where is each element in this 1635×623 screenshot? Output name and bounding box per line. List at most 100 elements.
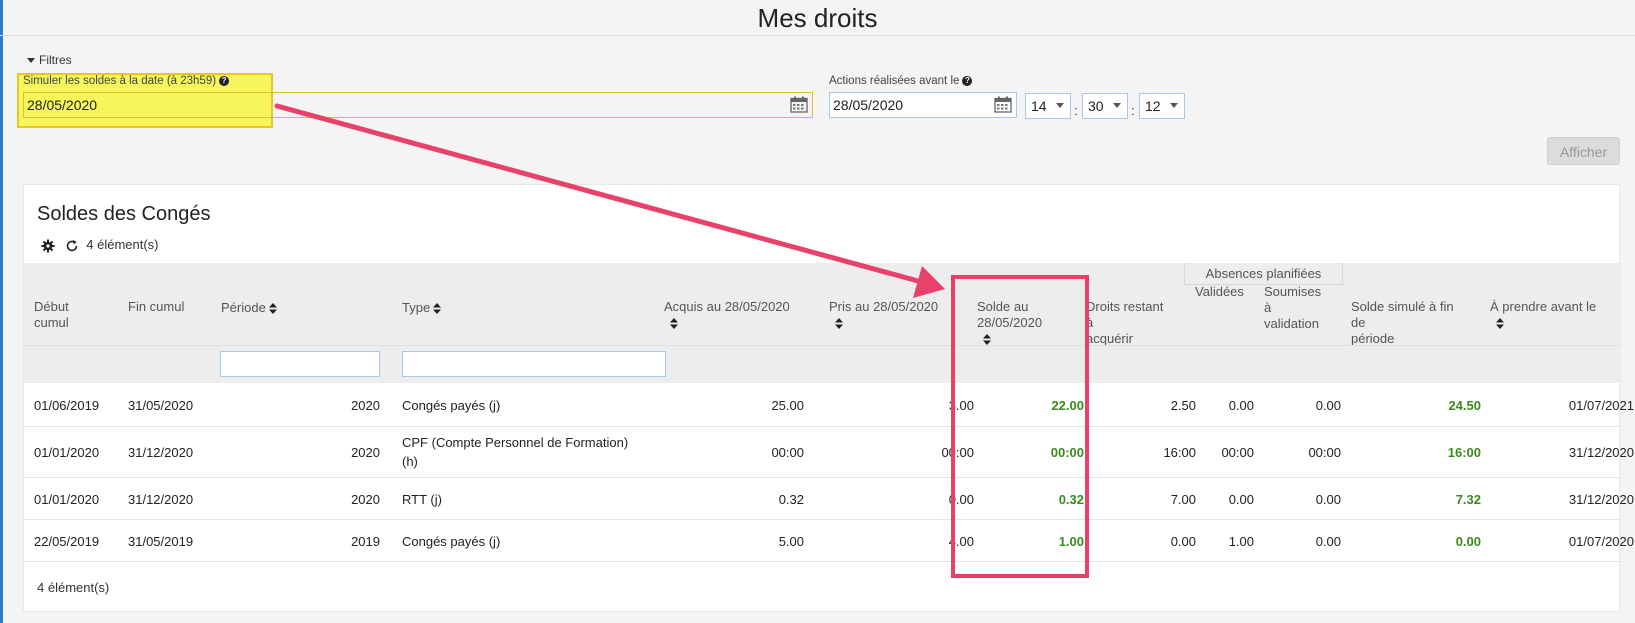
minute-value: 30 [1088, 98, 1104, 114]
cell-solde: 0.32 [1058, 492, 1084, 507]
cell-type-line1: CPF (Compte Personnel de Formation) [402, 435, 629, 450]
col-solde[interactable]: Solde au 28/05/2020 [977, 299, 1042, 347]
cell-type: CPF (Compte Personnel de Formation) (h) [402, 433, 628, 471]
filters-toggle[interactable]: Filtres [27, 53, 72, 67]
cell-a-prendre: 31/12/2020 [1568, 445, 1634, 460]
afficher-button[interactable]: Afficher [1547, 137, 1620, 165]
table-row[interactable]: 01/01/2020 31/12/2020 2020 CPF (Compte P… [24, 427, 1634, 478]
periode-filter-input[interactable] [220, 351, 380, 377]
col-soumises-line2: à [1264, 300, 1272, 315]
cell-solde-simule: 16:00 [1447, 445, 1481, 460]
simulate-date-value: 28/05/2020 [27, 97, 98, 113]
cell-type: Congés payés (j) [402, 398, 501, 413]
cell-type: Congés payés (j) [402, 534, 501, 549]
col-pris[interactable]: Pris au 28/05/2020 [829, 299, 938, 331]
cell-solde-simule: 0.00 [1455, 534, 1481, 549]
cell-droits: 0.00 [1170, 534, 1196, 549]
col-a-prendre[interactable]: À prendre avant le [1490, 299, 1596, 331]
cell-periode: 2019 [351, 534, 380, 549]
calendar-icon[interactable] [790, 96, 808, 113]
cell-periode: 2020 [351, 445, 380, 460]
group-header-planned-absences: Absences planifiées [1184, 263, 1343, 285]
cell-solde-simule: 24.50 [1448, 398, 1481, 413]
col-simule-line2: de [1351, 315, 1366, 330]
col-solde-line2: 28/05/2020 [977, 315, 1043, 330]
help-icon[interactable]: ? [219, 75, 230, 86]
cell-type-line2: (h) [402, 454, 418, 469]
col-droits-line3: acquérir [1086, 331, 1133, 346]
help-icon[interactable]: ? [962, 75, 973, 86]
simulate-date-label: Simuler les soldes à la date (à 23h59)? [23, 75, 230, 87]
cell-type: RTT (j) [402, 492, 442, 507]
type-filter-input[interactable] [402, 351, 666, 377]
cell-fin: 31/05/2020 [128, 398, 194, 413]
col-pris-label: Pris au 28/05/2020 [829, 299, 939, 314]
calendar-icon[interactable] [994, 96, 1012, 113]
col-fin-cumul[interactable]: Fin cumul [128, 299, 184, 315]
balances-panel: Soldes des Congés 4 élément(s) Absences … [23, 184, 1634, 612]
table-header: Absences planifiées Début cumul Fin cumul… [24, 263, 1621, 383]
cell-droits: 7.00 [1170, 492, 1196, 507]
gear-icon[interactable] [41, 239, 55, 253]
table-row[interactable]: 01/01/2020 31/12/2020 2020 RTT (j) 0.32 … [24, 478, 1634, 520]
time-separator: : [1131, 103, 1135, 118]
cell-soumises: 0.00 [1315, 492, 1341, 507]
panel-title: Soldes des Congés [37, 203, 211, 225]
col-debut-cumul[interactable]: Début cumul [34, 299, 69, 331]
actions-before-date-input[interactable]: 28/05/2020 [829, 92, 1017, 118]
refresh-icon[interactable] [65, 239, 79, 253]
cell-a-prendre: 01/07/2020 [1568, 534, 1634, 549]
simulate-date-input[interactable]: 28/05/2020 [23, 92, 813, 118]
col-debut-line2: cumul [34, 315, 69, 330]
hour-value: 14 [1031, 98, 1047, 114]
col-periode[interactable]: Période [221, 300, 277, 316]
col-type-label: Type [402, 300, 431, 315]
cell-debut: 01/01/2020 [34, 445, 100, 460]
sort-icon [268, 303, 277, 315]
col-solde-simule[interactable]: Solde simulé à fin de période [1351, 299, 1454, 347]
cell-debut: 01/06/2019 [34, 398, 100, 413]
caret-down-icon [27, 58, 35, 64]
cell-periode: 2020 [351, 492, 380, 507]
filters-toggle-label: Filtres [39, 53, 72, 67]
col-simule-line1: Solde simulé à fin [1351, 299, 1454, 314]
page-title: Mes droits [757, 3, 878, 33]
second-value: 12 [1145, 98, 1161, 114]
second-select[interactable]: 12 [1139, 93, 1185, 119]
col-soumises-line1: Soumises [1264, 284, 1322, 299]
col-type[interactable]: Type [402, 300, 442, 316]
cell-debut: 22/05/2019 [34, 534, 100, 549]
col-soumises[interactable]: Soumises à validation [1264, 284, 1321, 332]
page-header: Mes droits [0, 0, 1635, 36]
actions-before-date-value: 28/05/2020 [833, 97, 904, 113]
col-validees[interactable]: Validées [1195, 284, 1244, 300]
actions-before-label-text: Actions réalisées avant le [829, 75, 960, 87]
col-acquis-label: Acquis au 28/05/2020 [664, 299, 790, 314]
minute-select[interactable]: 30 [1082, 93, 1128, 119]
simulate-date-label-text: Simuler les soldes à la date (à 23h59) [23, 75, 217, 87]
sort-icon [835, 318, 843, 330]
cell-solde: 1.00 [1058, 534, 1084, 549]
cell-acquis: 25.00 [771, 398, 804, 413]
cell-a-prendre: 31/12/2020 [1568, 492, 1634, 507]
col-simule-line3: période [1351, 331, 1395, 346]
cell-droits: 16:00 [1163, 445, 1196, 460]
col-acquis[interactable]: Acquis au 28/05/2020 [664, 299, 790, 331]
hour-select[interactable]: 14 [1025, 93, 1071, 119]
cell-pris: 3.00 [948, 398, 974, 413]
time-separator: : [1074, 103, 1078, 118]
cell-a-prendre: 01/07/2021 [1568, 398, 1634, 413]
cell-soumises: 00:00 [1308, 445, 1341, 460]
cell-fin: 31/12/2020 [128, 445, 194, 460]
cell-validees: 1.00 [1228, 534, 1254, 549]
cell-validees: 0.00 [1228, 398, 1254, 413]
col-droits-restant[interactable]: Droits restant à acquérir [1086, 299, 1163, 347]
chevron-down-icon [1056, 103, 1064, 108]
footer-element-count: 4 élément(s) [37, 580, 110, 595]
col-debut-line1: Début [34, 299, 69, 314]
col-droits-line1: Droits restant [1086, 299, 1164, 314]
col-soumises-line3: validation [1264, 316, 1319, 331]
table-row[interactable]: 22/05/2019 31/05/2019 2019 Congés payés … [24, 520, 1634, 562]
table-row[interactable]: 01/06/2019 31/05/2020 2020 Congés payés … [24, 384, 1634, 427]
sort-icon [670, 318, 678, 330]
